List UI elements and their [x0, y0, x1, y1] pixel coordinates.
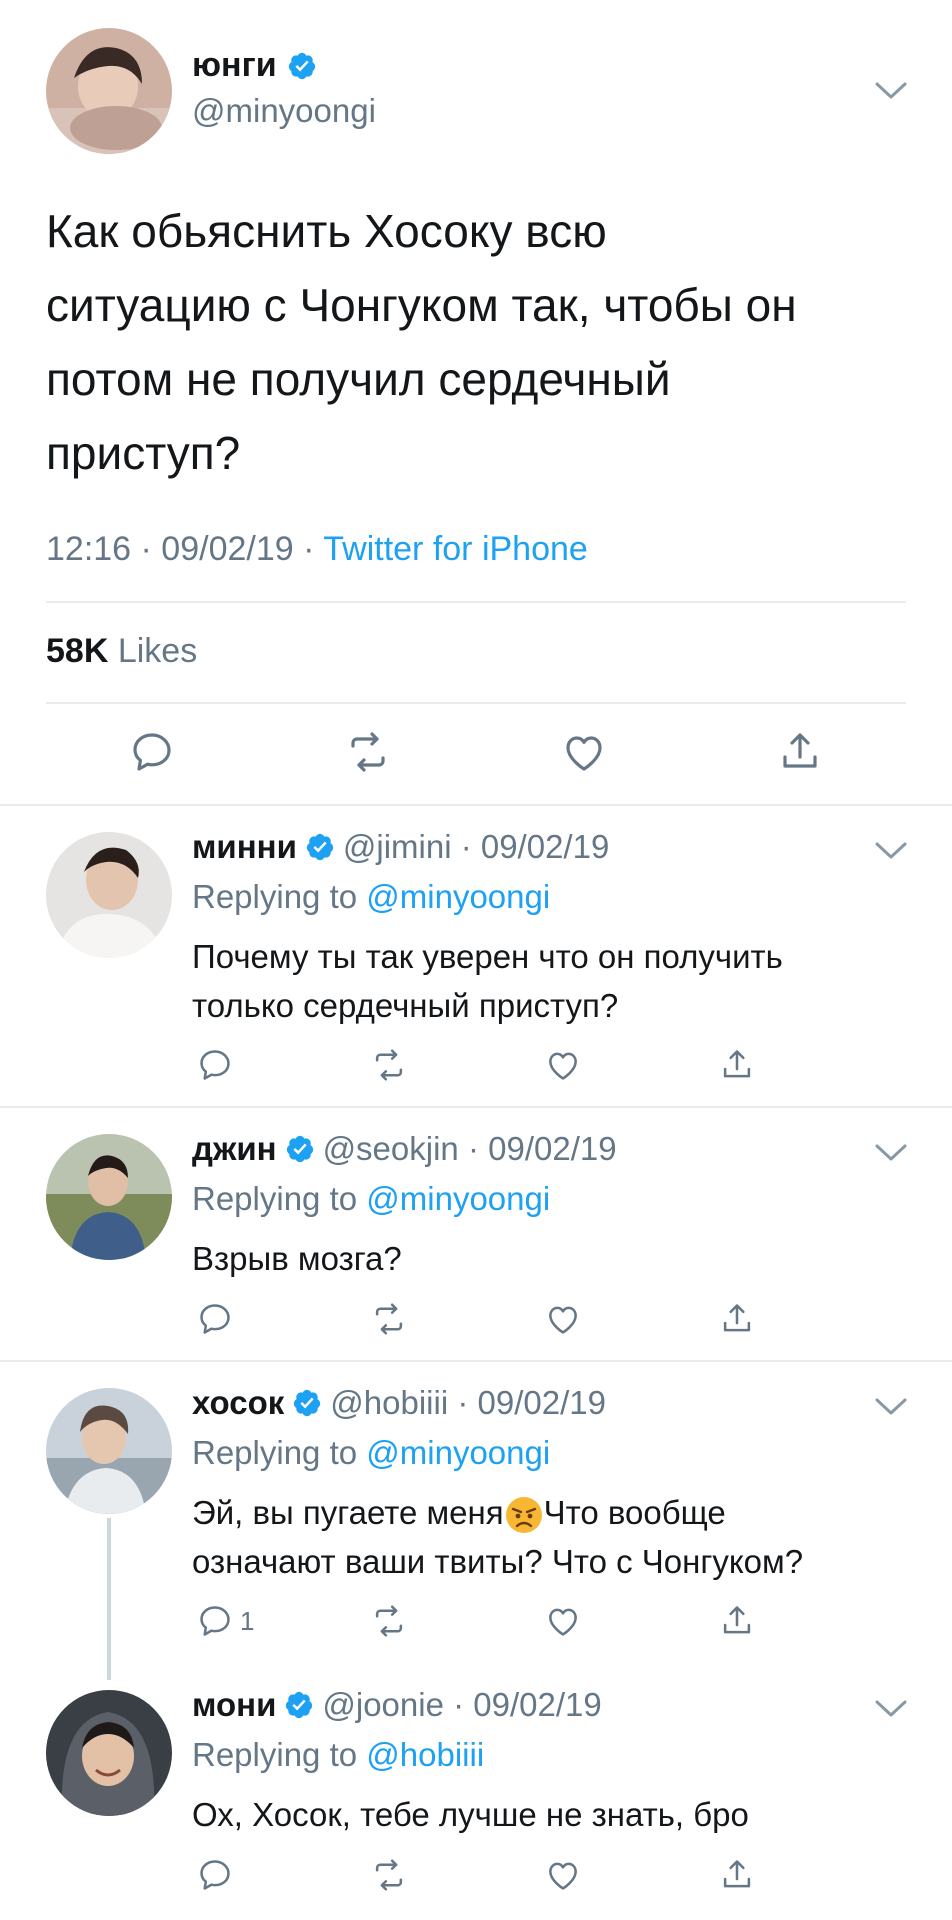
chevron-down-icon[interactable]	[874, 1142, 908, 1164]
tweet-timestamp: 12:16 · 09/02/19 · Twitter for iPhone	[46, 530, 588, 568]
reply-icon[interactable]	[196, 1300, 234, 1338]
like-icon[interactable]	[560, 728, 608, 776]
author-handle[interactable]: @hobiiii · 09/02/19	[330, 1384, 606, 1422]
replying-to-link[interactable]: @minyoongi	[366, 878, 550, 915]
chevron-down-icon[interactable]	[874, 80, 908, 102]
author-name[interactable]: мони	[192, 1686, 276, 1724]
reply-icon[interactable]	[196, 1046, 234, 1084]
replying-to: Replying to @hobiiii	[192, 1736, 485, 1773]
reply-header: минни @jimini · 09/02/19	[192, 828, 609, 866]
author-handle[interactable]: @seokjin · 09/02/19	[323, 1130, 617, 1168]
retweet-icon[interactable]	[370, 1046, 408, 1084]
like-icon[interactable]	[544, 1300, 582, 1338]
replying-to-link[interactable]: @hobiiii	[366, 1736, 484, 1773]
verified-badge-icon	[286, 1691, 313, 1719]
reply-count: 1	[240, 1606, 255, 1636]
author-name[interactable]: джин	[192, 1130, 277, 1168]
divider	[46, 702, 906, 704]
tweet-text: Как обьяснить Хосоку всю ситуацию с Чонг…	[46, 205, 797, 479]
reply-tweet: хосок @hobiiii · 09/02/19 Replying to @m…	[0, 1362, 952, 1664]
reply-icon[interactable]	[196, 1602, 234, 1640]
reply-tweet: джин @seokjin · 09/02/19 Replying to @mi…	[0, 1108, 952, 1360]
reply-header: джин @seokjin · 09/02/19	[192, 1130, 617, 1168]
reply-tweet: мони @joonie · 09/02/19 Replying to @hob…	[0, 1664, 952, 1920]
chevron-down-icon[interactable]	[874, 1698, 908, 1720]
tweet-source-link[interactable]: Twitter for iPhone	[323, 530, 588, 568]
reply-tweet: минни @jimini · 09/02/19 Replying to @mi…	[0, 806, 952, 1106]
share-icon[interactable]	[718, 1300, 756, 1338]
divider	[46, 601, 906, 603]
reply-text: Эй, вы пугаете меня Что вообще означают в…	[192, 1494, 804, 1580]
replying-to-link[interactable]: @minyoongi	[366, 1434, 550, 1471]
avatar[interactable]	[46, 832, 172, 958]
author-name[interactable]: хосок	[192, 1384, 284, 1422]
chevron-down-icon[interactable]	[874, 840, 908, 862]
replying-to: Replying to @minyoongi	[192, 1434, 551, 1471]
retweet-icon[interactable]	[370, 1300, 408, 1338]
avatar[interactable]	[46, 1134, 172, 1260]
reply-text: Взрыв мозга?	[192, 1240, 402, 1277]
replying-to: Replying to @minyoongi	[192, 878, 551, 915]
avatar[interactable]	[46, 28, 172, 154]
replying-to-link[interactable]: @minyoongi	[366, 1180, 550, 1217]
author-handle[interactable]: @jimini · 09/02/19	[343, 828, 609, 866]
reply-icon[interactable]	[128, 728, 176, 776]
verified-badge-icon	[306, 833, 333, 861]
verified-badge-icon	[288, 52, 315, 79]
share-icon[interactable]	[718, 1602, 756, 1640]
retweet-icon[interactable]	[370, 1856, 408, 1894]
share-icon[interactable]	[718, 1856, 756, 1894]
verified-badge-icon	[286, 1135, 313, 1163]
author-name[interactable]: юнги	[192, 46, 317, 85]
share-icon[interactable]	[718, 1046, 756, 1084]
angry-face-emoji-icon	[505, 1497, 542, 1534]
avatar[interactable]	[46, 1690, 172, 1816]
retweet-icon[interactable]	[370, 1602, 408, 1640]
reply-text: Почему ты так уверен что он получить тол…	[192, 938, 783, 1024]
chevron-down-icon[interactable]	[874, 1396, 908, 1418]
likes-summary[interactable]: 58K Likes	[46, 632, 197, 671]
reply-text: Ох, Хосок, тебе лучше не знать, бро	[192, 1796, 749, 1833]
like-icon[interactable]	[544, 1856, 582, 1894]
avatar[interactable]	[46, 1388, 172, 1514]
reply-header: хосок @hobiiii · 09/02/19	[192, 1384, 606, 1422]
share-icon[interactable]	[776, 728, 824, 776]
reply-header: мони @joonie · 09/02/19	[192, 1686, 602, 1724]
replying-to: Replying to @minyoongi	[192, 1180, 551, 1217]
reply-icon[interactable]	[196, 1856, 234, 1894]
author-handle[interactable]: @joonie · 09/02/19	[322, 1686, 601, 1724]
retweet-icon[interactable]	[344, 728, 392, 776]
main-tweet: юнги @minyoongi Как обьяснить Хосоку всю…	[0, 0, 952, 805]
author-handle[interactable]: @minyoongi	[192, 92, 376, 130]
verified-badge-icon	[294, 1389, 321, 1417]
like-icon[interactable]	[544, 1602, 582, 1640]
like-icon[interactable]	[544, 1046, 582, 1084]
author-name[interactable]: минни	[192, 828, 297, 866]
